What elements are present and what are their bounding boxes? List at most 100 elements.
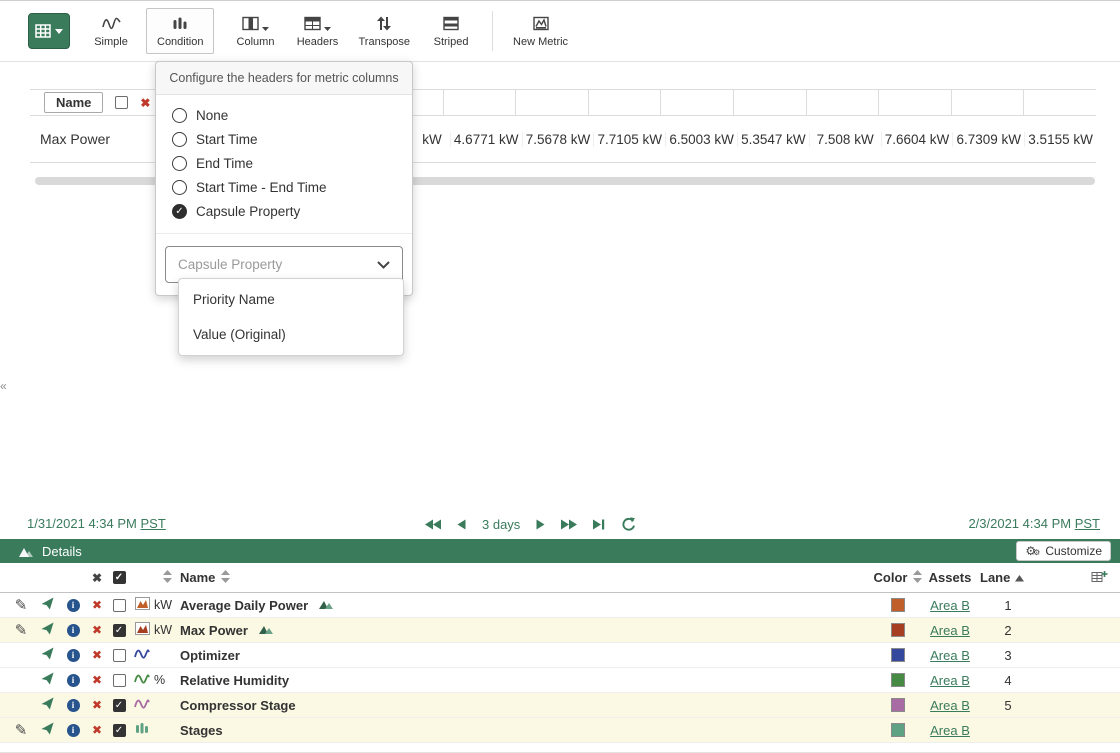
- item-name[interactable]: Max Power: [180, 623, 248, 638]
- select-all-checkbox[interactable]: [115, 96, 128, 109]
- paper-plane-icon[interactable]: [41, 597, 54, 613]
- radio-icon[interactable]: [172, 132, 187, 147]
- step-back-full-button[interactable]: [425, 519, 441, 530]
- signal-icon: [134, 648, 150, 663]
- paper-plane-icon[interactable]: [41, 697, 54, 713]
- timezone-link[interactable]: PST: [140, 516, 165, 531]
- table-view-button[interactable]: [28, 13, 70, 49]
- range-end[interactable]: 2/3/2021 4:34 PM: [968, 516, 1071, 531]
- remove-icon[interactable]: ✖: [92, 673, 102, 687]
- table-grid-icon: [35, 24, 51, 38]
- range-duration[interactable]: 3 days: [482, 517, 520, 532]
- remove-icon[interactable]: ✖: [92, 598, 102, 612]
- name-column-header[interactable]: Name: [44, 92, 103, 113]
- toolbar-button-headers[interactable]: Headers: [296, 14, 338, 48]
- remove-icon[interactable]: ✖: [140, 96, 150, 110]
- toolbar-button-striped[interactable]: Striped: [430, 14, 472, 48]
- customize-button[interactable]: ⚙⚙ Customize: [1016, 541, 1111, 561]
- item-name[interactable]: Optimizer: [180, 648, 240, 663]
- step-to-now-button[interactable]: [593, 519, 605, 530]
- paper-plane-icon[interactable]: [41, 672, 54, 688]
- info-icon[interactable]: i: [67, 724, 80, 737]
- row-checkbox[interactable]: [113, 649, 126, 662]
- add-column-icon[interactable]: [1091, 570, 1108, 586]
- select-all-checkbox[interactable]: ✓: [113, 571, 126, 584]
- color-swatch[interactable]: [891, 698, 905, 712]
- asset-link[interactable]: Area B: [930, 723, 970, 738]
- remove-all-icon[interactable]: ✖: [92, 571, 102, 585]
- step-forward-half-button[interactable]: [536, 519, 545, 530]
- asset-link[interactable]: Area B: [930, 698, 970, 713]
- row-checkbox[interactable]: ✓: [113, 699, 126, 712]
- paper-plane-icon[interactable]: [41, 722, 54, 738]
- radio-option[interactable]: Start Time - End Time: [172, 175, 396, 199]
- remove-icon[interactable]: ✖: [92, 723, 102, 737]
- sort-icon[interactable]: [163, 570, 172, 586]
- refresh-icon[interactable]: [621, 517, 635, 531]
- info-icon[interactable]: i: [67, 699, 80, 712]
- row-checkbox[interactable]: ✓: [113, 624, 126, 637]
- asset-link[interactable]: Area B: [930, 673, 970, 688]
- color-swatch[interactable]: [891, 723, 905, 737]
- radio-option[interactable]: Start Time: [172, 127, 396, 151]
- item-name[interactable]: Average Daily Power: [180, 598, 308, 613]
- row-checkbox[interactable]: [113, 599, 126, 612]
- remove-icon[interactable]: ✖: [92, 648, 102, 662]
- menu-item[interactable]: Value (Original): [179, 317, 403, 352]
- column-header-assets[interactable]: Assets: [929, 570, 972, 585]
- row-checkbox[interactable]: ✓: [113, 724, 126, 737]
- info-icon[interactable]: i: [67, 624, 80, 637]
- asset-link[interactable]: Area B: [930, 598, 970, 613]
- metric-value-cell: 3.5155 kW: [1024, 132, 1096, 147]
- color-swatch[interactable]: [891, 648, 905, 662]
- item-name[interactable]: Relative Humidity: [180, 673, 289, 688]
- popover-title: Configure the headers for metric columns: [156, 62, 412, 95]
- table-headers-icon: [304, 16, 321, 31]
- remove-icon[interactable]: ✖: [92, 698, 102, 712]
- step-back-half-button[interactable]: [457, 519, 466, 530]
- radio-option[interactable]: None: [172, 103, 396, 127]
- toolbar-button-new-metric[interactable]: New Metric: [513, 14, 568, 48]
- toolbar-button-column[interactable]: Column: [234, 14, 276, 48]
- info-icon[interactable]: i: [67, 599, 80, 612]
- edit-icon[interactable]: ✎: [15, 598, 28, 613]
- menu-item[interactable]: Priority Name: [179, 282, 403, 317]
- column-header-color[interactable]: Color: [874, 570, 908, 585]
- headers-popover: Configure the headers for metric columns…: [155, 61, 413, 296]
- color-swatch[interactable]: [891, 623, 905, 637]
- column-header-lane[interactable]: Lane: [980, 570, 1010, 585]
- toolbar-button-simple[interactable]: Simple: [90, 14, 132, 48]
- sort-icon[interactable]: [221, 570, 230, 586]
- edit-icon[interactable]: ✎: [15, 723, 28, 738]
- details-row: ✎ i ✖ ✓ Stages Area B: [0, 718, 1120, 743]
- color-swatch[interactable]: [891, 673, 905, 687]
- radio-icon[interactable]: [172, 180, 187, 195]
- radio-option[interactable]: End Time: [172, 151, 396, 175]
- radio-option[interactable]: ✓Capsule Property: [172, 199, 396, 223]
- row-checkbox[interactable]: [113, 674, 126, 687]
- radio-selected-icon[interactable]: ✓: [172, 204, 187, 219]
- radio-icon[interactable]: [172, 108, 187, 123]
- info-icon[interactable]: i: [67, 674, 80, 687]
- remove-icon[interactable]: ✖: [92, 623, 102, 637]
- item-name[interactable]: Compressor Stage: [180, 698, 296, 713]
- metric-column-header: [660, 90, 733, 115]
- sort-ascending-icon[interactable]: [1015, 570, 1024, 585]
- step-forward-full-button[interactable]: [561, 519, 577, 530]
- asset-link[interactable]: Area B: [930, 623, 970, 638]
- item-name[interactable]: Stages: [180, 723, 223, 738]
- paper-plane-icon[interactable]: [41, 622, 54, 638]
- color-swatch[interactable]: [891, 598, 905, 612]
- range-start[interactable]: 1/31/2021 4:34 PM: [27, 516, 137, 531]
- paper-plane-icon[interactable]: [41, 647, 54, 663]
- metric-value-cell: 4.6771 kW: [450, 132, 522, 147]
- radio-icon[interactable]: [172, 156, 187, 171]
- timezone-link[interactable]: PST: [1075, 516, 1100, 531]
- asset-link[interactable]: Area B: [930, 648, 970, 663]
- edit-icon[interactable]: ✎: [15, 623, 28, 638]
- column-header-name[interactable]: Name: [180, 570, 215, 585]
- toolbar-button-condition[interactable]: Condition: [146, 8, 214, 54]
- collapse-panel-icon[interactable]: «: [0, 375, 11, 397]
- toolbar-button-transpose[interactable]: Transpose: [358, 14, 410, 48]
- info-icon[interactable]: i: [67, 649, 80, 662]
